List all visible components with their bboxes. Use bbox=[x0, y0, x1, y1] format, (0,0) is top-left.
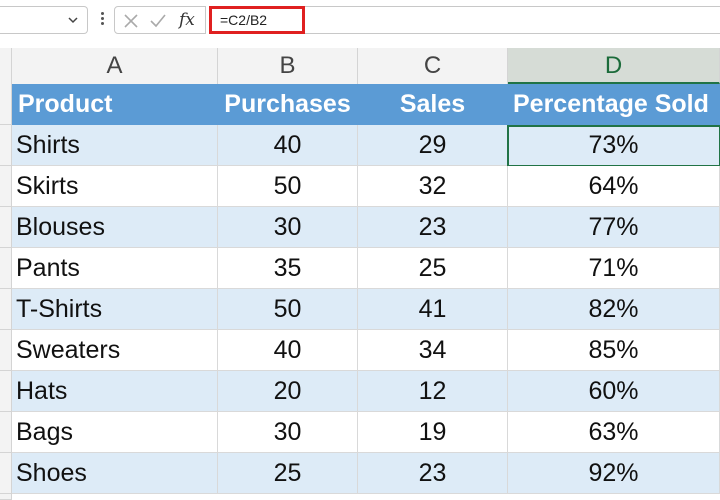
cell-purchases[interactable]: 50 bbox=[218, 166, 358, 207]
formula-input-extension[interactable] bbox=[305, 6, 720, 34]
cell-product[interactable]: Shirts bbox=[12, 125, 218, 166]
cell-percentage-sold[interactable]: 85% bbox=[508, 330, 720, 371]
table-row: Hats 20 12 60% bbox=[0, 371, 720, 412]
spreadsheet: A B C D Product Purchases Sales Percenta… bbox=[0, 40, 720, 500]
cancel-icon[interactable] bbox=[123, 13, 139, 29]
cell-purchases[interactable]: 50 bbox=[218, 289, 358, 330]
column-header-c[interactable]: C bbox=[358, 48, 508, 84]
cell-sales[interactable]: 23 bbox=[358, 453, 508, 494]
select-all-corner[interactable] bbox=[0, 48, 12, 84]
header-cell-percentage-sold[interactable]: Percentage Sold bbox=[508, 84, 720, 125]
cell-product[interactable]: Pants bbox=[12, 248, 218, 289]
row-header[interactable] bbox=[0, 371, 12, 412]
cell-product[interactable]: Hats bbox=[12, 371, 218, 412]
row-header[interactable] bbox=[0, 494, 12, 500]
cell-sales[interactable]: 23 bbox=[358, 207, 508, 248]
table-row: Bags 30 19 63% bbox=[0, 412, 720, 453]
cell-percentage-sold[interactable]: 73% bbox=[508, 125, 720, 166]
row-header[interactable] bbox=[0, 125, 12, 166]
header-cell-product[interactable]: Product bbox=[12, 84, 218, 125]
column-header-d[interactable]: D bbox=[508, 48, 720, 84]
cell-product[interactable]: T-Shirts bbox=[12, 289, 218, 330]
row-header[interactable] bbox=[0, 330, 12, 371]
cell-percentage-sold[interactable]: 77% bbox=[508, 207, 720, 248]
row-header[interactable] bbox=[0, 166, 12, 207]
cell-percentage-sold[interactable]: 60% bbox=[508, 371, 720, 412]
cell-percentage-sold[interactable]: 92% bbox=[508, 453, 720, 494]
cell-product[interactable]: Shoes bbox=[12, 453, 218, 494]
cell-percentage-sold[interactable]: 71% bbox=[508, 248, 720, 289]
cell-sales[interactable]: 34 bbox=[358, 330, 508, 371]
cell-sales[interactable]: 19 bbox=[358, 412, 508, 453]
table-row: T-Shirts 50 41 82% bbox=[0, 289, 720, 330]
insert-function-icon[interactable]: fx bbox=[179, 10, 195, 30]
cell-percentage-sold[interactable]: 64% bbox=[508, 166, 720, 207]
row-header[interactable] bbox=[0, 248, 12, 289]
cell-purchases[interactable]: 20 bbox=[218, 371, 358, 412]
cell-sales[interactable]: 25 bbox=[358, 248, 508, 289]
name-box[interactable] bbox=[0, 6, 88, 34]
cell-purchases[interactable]: 40 bbox=[218, 330, 358, 371]
row-header[interactable] bbox=[0, 453, 12, 494]
header-cell-sales[interactable]: Sales bbox=[358, 84, 508, 125]
cell-product[interactable]: Skirts bbox=[12, 166, 218, 207]
cell-percentage-sold[interactable]: 63% bbox=[508, 412, 720, 453]
table-row: Sweaters 40 34 85% bbox=[0, 330, 720, 371]
formula-controls: fx bbox=[114, 6, 206, 34]
table-row bbox=[0, 494, 720, 500]
table-row: Blouses 30 23 77% bbox=[0, 207, 720, 248]
cell-sales[interactable]: 32 bbox=[358, 166, 508, 207]
column-headers: A B C D bbox=[0, 48, 720, 85]
column-header-b[interactable]: B bbox=[218, 48, 358, 84]
cell-percentage-sold[interactable]: 82% bbox=[508, 289, 720, 330]
row-header[interactable] bbox=[0, 84, 12, 125]
cell-purchases[interactable]: 25 bbox=[218, 453, 358, 494]
column-header-a[interactable]: A bbox=[12, 48, 218, 84]
enter-icon[interactable] bbox=[149, 13, 167, 29]
cell-sales[interactable]: 29 bbox=[358, 125, 508, 166]
cell-sales[interactable]: 12 bbox=[358, 371, 508, 412]
table-header-row: Product Purchases Sales Percentage Sold bbox=[0, 84, 720, 125]
table-row: Shirts 40 29 73% bbox=[0, 125, 720, 167]
row-header[interactable] bbox=[0, 412, 12, 453]
formula-input[interactable]: =C2/B2 bbox=[209, 6, 305, 34]
cell-product[interactable]: Sweaters bbox=[12, 330, 218, 371]
cell-sales[interactable]: 41 bbox=[358, 289, 508, 330]
chevron-down-icon[interactable] bbox=[67, 14, 79, 26]
toolbar-gap bbox=[0, 40, 720, 48]
header-cell-purchases[interactable]: Purchases bbox=[218, 84, 358, 125]
table-row: Pants 35 25 71% bbox=[0, 248, 720, 289]
cell-purchases[interactable]: 30 bbox=[218, 412, 358, 453]
cell-purchases[interactable]: 30 bbox=[218, 207, 358, 248]
cell-purchases[interactable]: 35 bbox=[218, 248, 358, 289]
row-header[interactable] bbox=[0, 289, 12, 330]
formula-bar: fx =C2/B2 bbox=[0, 0, 720, 41]
more-options-icon[interactable] bbox=[98, 10, 106, 30]
cell-product[interactable]: Bags bbox=[12, 412, 218, 453]
cell-product[interactable]: Blouses bbox=[12, 207, 218, 248]
table-row: Skirts 50 32 64% bbox=[0, 166, 720, 207]
table-row: Shoes 25 23 92% bbox=[0, 453, 720, 494]
row-header[interactable] bbox=[0, 207, 12, 248]
cell-purchases[interactable]: 40 bbox=[218, 125, 358, 166]
